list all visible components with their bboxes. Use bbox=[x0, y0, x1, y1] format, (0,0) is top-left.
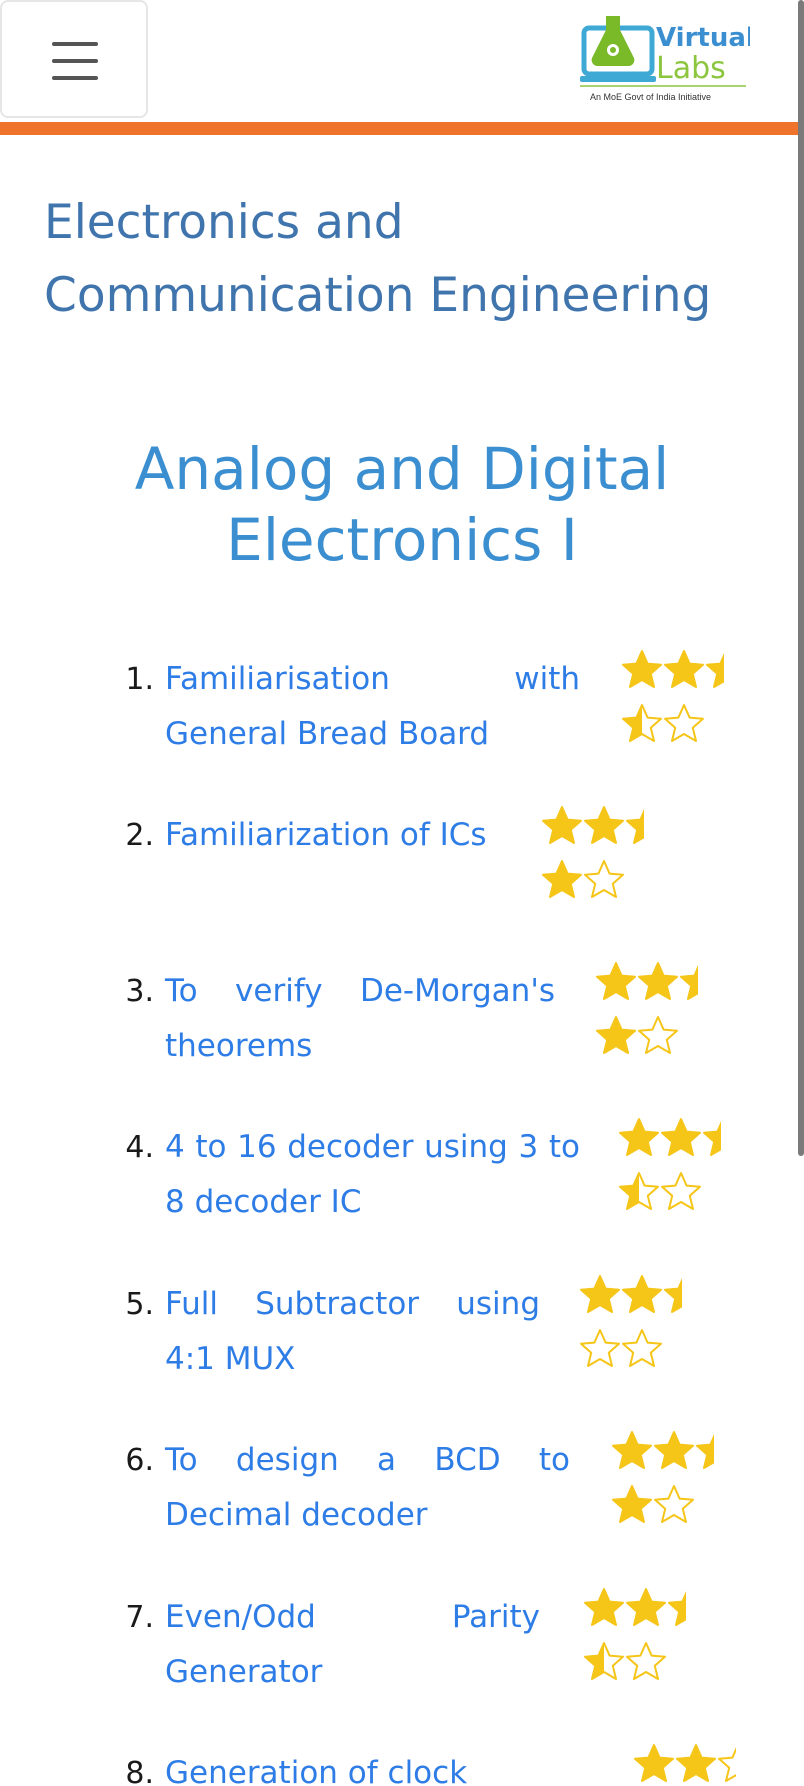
star-empty-icon bbox=[654, 1485, 694, 1523]
star-empty-icon bbox=[584, 860, 624, 898]
star-rating bbox=[632, 1742, 736, 1786]
star-filled-icon bbox=[661, 1118, 701, 1156]
star-filled-icon bbox=[668, 1591, 686, 1626]
star-empty-icon bbox=[718, 1747, 736, 1782]
experiment-item: 5. Full Subtractor using 4:1 MUX bbox=[0, 1275, 804, 1397]
star-filled-icon bbox=[696, 1434, 714, 1469]
star-empty-icon bbox=[638, 1016, 678, 1054]
hamburger-icon-line bbox=[52, 42, 98, 46]
experiment-number: 6. bbox=[125, 1443, 154, 1478]
experiment-link[interactable]: To verify De-Morgan's theorems bbox=[165, 964, 555, 1074]
experiment-item: 4. 4 to 16 decoder using 3 to 8 decoder I… bbox=[0, 1118, 804, 1240]
department-title: Electronics and Communication Engineerin… bbox=[44, 195, 712, 323]
star-filled-icon bbox=[580, 1275, 620, 1313]
experiment-number: 7. bbox=[125, 1600, 154, 1635]
experiment-link[interactable]: Full Subtractor using 4:1 MUX bbox=[165, 1277, 540, 1387]
experiment-link[interactable]: To design a BCD to Decimal decoder bbox=[165, 1433, 570, 1543]
star-rating bbox=[610, 1429, 714, 1539]
experiment-number: 4. bbox=[125, 1130, 154, 1165]
star-half-icon bbox=[619, 1172, 659, 1210]
experiment-number: 1. bbox=[125, 662, 154, 697]
experiment-link[interactable]: Even/Odd Parity Generator bbox=[165, 1590, 540, 1700]
star-rating bbox=[594, 960, 698, 1070]
logo-text-labs: Labs bbox=[656, 51, 726, 86]
star-filled-icon bbox=[638, 962, 678, 1000]
star-filled-icon bbox=[542, 806, 582, 844]
experiment-link[interactable]: Familiarisation with General Bread Board bbox=[165, 652, 580, 762]
experiment-number: 2. bbox=[125, 818, 154, 853]
star-filled-icon bbox=[619, 1118, 659, 1156]
star-filled-icon bbox=[626, 1588, 666, 1626]
experiment-number: 5. bbox=[125, 1287, 154, 1322]
experiment-link[interactable]: Familiarization of ICs bbox=[165, 808, 500, 863]
star-half-icon bbox=[622, 704, 662, 742]
experiment-item: 1. Familiarisation with General Bread Boa… bbox=[0, 650, 804, 772]
star-filled-icon bbox=[626, 809, 644, 844]
experiment-item: 2. Familiarization of ICs bbox=[0, 806, 804, 928]
star-filled-icon bbox=[612, 1485, 652, 1523]
hamburger-icon-line bbox=[52, 76, 98, 80]
experiment-link[interactable]: 4 to 16 decoder using 3 to 8 decoder IC bbox=[165, 1120, 580, 1230]
header-accent-bar bbox=[0, 122, 804, 135]
star-filled-icon bbox=[542, 860, 582, 898]
star-rating bbox=[540, 804, 644, 914]
experiment-item: 3. To verify De-Morgan's theorems bbox=[0, 962, 804, 1084]
star-filled-icon bbox=[622, 1275, 662, 1313]
experiment-item: 8. Generation of clock bbox=[0, 1744, 804, 1786]
experiment-number: 3. bbox=[125, 974, 154, 1009]
star-rating bbox=[578, 1273, 682, 1383]
star-filled-icon bbox=[664, 650, 704, 688]
star-empty-icon bbox=[580, 1329, 620, 1367]
star-rating bbox=[617, 1116, 721, 1226]
star-filled-icon bbox=[596, 962, 636, 1000]
experiment-link[interactable]: Generation of clock bbox=[165, 1746, 595, 1786]
star-filled-icon bbox=[584, 1588, 624, 1626]
star-filled-icon bbox=[654, 1431, 694, 1469]
star-empty-icon bbox=[622, 1329, 662, 1367]
star-filled-icon bbox=[680, 965, 698, 1000]
star-filled-icon bbox=[703, 1121, 721, 1156]
menu-toggle-button[interactable] bbox=[0, 0, 148, 118]
star-empty-icon bbox=[664, 704, 704, 742]
star-filled-icon bbox=[706, 653, 724, 688]
virtual-labs-logo[interactable]: Virtual Labs An MoE Govt of India Initia… bbox=[580, 12, 750, 108]
star-rating bbox=[620, 648, 724, 758]
experiment-number: 8. bbox=[125, 1756, 154, 1786]
page: Virtual Labs An MoE Govt of India Initia… bbox=[0, 0, 804, 1786]
star-filled-icon bbox=[584, 806, 624, 844]
experiment-item: 7. Even/Odd Parity Generator bbox=[0, 1588, 804, 1710]
navbar: Virtual Labs An MoE Govt of India Initia… bbox=[0, 0, 804, 120]
star-empty-icon bbox=[626, 1642, 666, 1680]
star-empty-icon bbox=[661, 1172, 701, 1210]
star-filled-icon bbox=[634, 1744, 674, 1782]
star-filled-icon bbox=[664, 1278, 682, 1313]
star-half-icon bbox=[584, 1642, 624, 1680]
logo-tagline: An MoE Govt of India Initiative bbox=[590, 92, 711, 102]
hamburger-icon-line bbox=[52, 59, 98, 63]
star-filled-icon bbox=[676, 1744, 716, 1782]
star-filled-icon bbox=[622, 650, 662, 688]
lab-title: Analog and Digital Electronics I bbox=[134, 435, 670, 574]
star-filled-icon bbox=[612, 1431, 652, 1469]
flask-icon bbox=[591, 16, 635, 66]
star-filled-icon bbox=[596, 1016, 636, 1054]
experiment-item: 6. To design a BCD to Decimal decoder bbox=[0, 1431, 804, 1553]
logo-text-virtual: Virtual bbox=[656, 23, 750, 53]
star-rating bbox=[582, 1586, 686, 1696]
